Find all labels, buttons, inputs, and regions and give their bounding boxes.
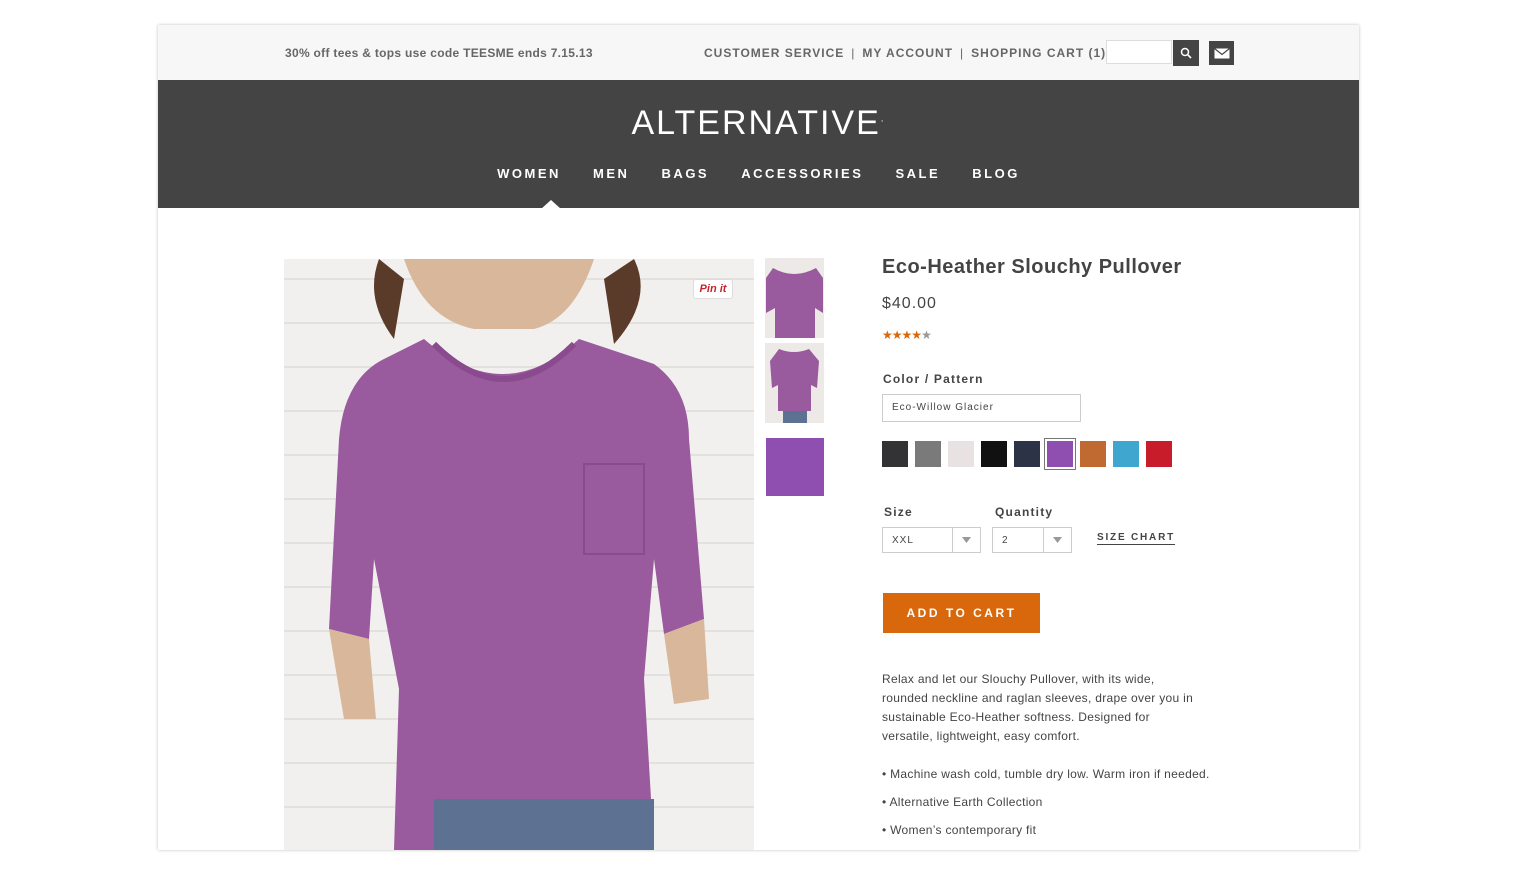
size-label: Size <box>884 505 913 519</box>
product-bullet: • Women’s contemporary fit <box>882 823 1037 837</box>
star-icon: ★ <box>891 328 903 342</box>
thumbnail-back[interactable] <box>765 343 824 423</box>
logo-mark: . <box>880 113 886 125</box>
search-input[interactable] <box>1106 40 1172 64</box>
star-icon: ★ <box>911 328 922 342</box>
nav-bags[interactable]: BAGS <box>662 166 710 181</box>
model-shirt-illustration <box>329 259 709 850</box>
main-nav: WOMEN MEN BAGS ACCESSORIES SALE BLOG <box>158 166 1359 181</box>
star-empty-icon: ★ <box>921 328 932 342</box>
quantity-label: Quantity <box>995 505 1054 519</box>
thumbnail-fabric-swatch[interactable] <box>766 438 824 496</box>
nav-sale[interactable]: SALE <box>896 166 941 181</box>
thumbnail-front-image <box>765 258 824 338</box>
size-select-value: XXL <box>892 535 914 546</box>
rating-stars[interactable]: ★★★★★ <box>882 328 932 342</box>
swatch-red[interactable] <box>1146 441 1172 467</box>
logo[interactable]: ALTERNATIVE. <box>158 104 1359 143</box>
separator: | <box>851 46 856 60</box>
quantity-select-value: 2 <box>1002 535 1009 546</box>
size-select[interactable]: XXL <box>882 527 981 553</box>
swatch-blue[interactable] <box>1113 441 1139 467</box>
chevron-down-icon <box>1043 528 1071 552</box>
mail-icon <box>1213 47 1230 58</box>
logo-text: ALTERNATIVE <box>631 104 881 142</box>
size-chart-link[interactable]: SIZE CHART <box>1097 532 1175 545</box>
search-icon <box>1180 47 1192 59</box>
search-button[interactable] <box>1173 40 1199 66</box>
nav-men[interactable]: MEN <box>593 166 629 181</box>
star-icon: ★ <box>882 328 893 342</box>
shopping-cart-link[interactable]: SHOPPING CART (1) <box>971 46 1106 60</box>
product-description: Relax and let our Slouchy Pullover, with… <box>882 672 1194 743</box>
swatch-oatmeal[interactable] <box>948 441 974 467</box>
swatch-grey[interactable] <box>915 441 941 467</box>
chevron-down-icon <box>952 528 980 552</box>
separator: | <box>960 46 965 60</box>
product-bullet: • Machine wash cold, tumble dry low. War… <box>882 767 1210 781</box>
mail-button[interactable] <box>1209 41 1234 65</box>
color-value-field: Eco-Willow Glacier <box>882 394 1081 422</box>
page-frame: 30% off tees & tops use code TEESME ends… <box>158 25 1359 850</box>
nav-accessories[interactable]: ACCESSORIES <box>741 166 863 181</box>
main-product-photo[interactable]: Pin it <box>284 259 754 850</box>
promo-text: 30% off tees & tops use code TEESME ends… <box>285 46 593 60</box>
customer-service-link[interactable]: CUSTOMER SERVICE <box>704 46 844 60</box>
pin-it-button[interactable]: Pin it <box>693 279 733 299</box>
swatch-black-heather[interactable] <box>882 441 908 467</box>
star-icon: ★ <box>901 328 913 342</box>
product-title: Eco-Heather Slouchy Pullover <box>882 256 1182 278</box>
swatch-navy[interactable] <box>1014 441 1040 467</box>
thumbnail-back-image <box>765 343 824 423</box>
swatch-rust[interactable] <box>1080 441 1106 467</box>
site-header: ALTERNATIVE. WOMEN MEN BAGS ACCESSORIES … <box>158 80 1359 209</box>
nav-women[interactable]: WOMEN <box>497 166 561 181</box>
product-price: $40.00 <box>882 295 937 312</box>
active-nav-pointer <box>541 200 561 209</box>
thumbnail-front[interactable] <box>765 258 824 338</box>
top-links: CUSTOMER SERVICE | MY ACCOUNT | SHOPPING CAR… <box>704 46 1106 60</box>
product-bullet: • Alternative Earth Collection <box>882 795 1043 809</box>
add-to-cart-button[interactable]: ADD TO CART <box>883 593 1040 633</box>
color-label: Color / Pattern <box>883 372 984 386</box>
swatch-purple[interactable] <box>1044 438 1076 470</box>
swatch-black[interactable] <box>981 441 1007 467</box>
my-account-link[interactable]: MY ACCOUNT <box>862 46 953 60</box>
quantity-select[interactable]: 2 <box>992 527 1072 553</box>
top-bar: 30% off tees & tops use code TEESME ends… <box>158 25 1359 80</box>
nav-blog[interactable]: BLOG <box>972 166 1020 181</box>
